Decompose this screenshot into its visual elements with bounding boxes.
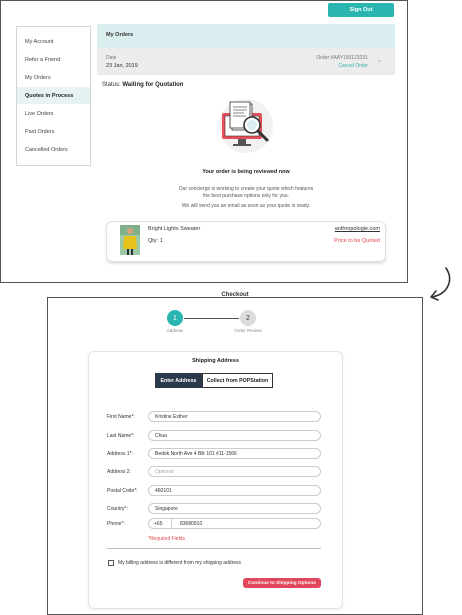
postal-code-label: Postal Code*: (107, 488, 138, 494)
review-message-line-1: Our concierge is working to create your … (178, 186, 314, 192)
phone-country-code[interactable]: +65 (154, 521, 162, 527)
order-status: Status: Waiting for Quotation (102, 82, 183, 88)
address1-label: Address 1*: (107, 451, 133, 457)
last-name-field[interactable]: Chua (148, 430, 321, 441)
step-1-indicator: 1 (167, 310, 183, 326)
country-select[interactable]: Singapore (148, 503, 321, 514)
document-review-icon (217, 95, 275, 157)
required-fields-note: *Required Fields (148, 536, 185, 542)
sign-out-button[interactable]: Sign Out (328, 3, 394, 17)
product-thumbnail (120, 225, 140, 255)
product-name: Bright Lights Sweater (148, 226, 201, 232)
step-2-indicator: 2 (240, 310, 256, 326)
chevron-down-icon[interactable]: ⌄ (376, 55, 383, 64)
address2-field[interactable]: Optional (148, 466, 321, 477)
billing-different-checkbox[interactable] (108, 560, 114, 566)
first-name-label: First Name*: (107, 414, 135, 420)
first-name-field[interactable]: Kristine Esther (148, 411, 321, 422)
sidebar-item-refer-friend[interactable]: Refer a Friend (17, 51, 90, 68)
continue-button[interactable]: Continue to Shipping Options (243, 578, 321, 588)
cancel-order-link[interactable]: Cancel Order (290, 63, 368, 69)
page-title: My Orders (106, 32, 134, 38)
shipping-heading: Shipping Address (192, 358, 239, 364)
step-connector (184, 318, 239, 319)
postal-code-field[interactable]: 460101 (148, 485, 321, 496)
popstation-tab[interactable]: Collect from POPStation (202, 373, 273, 388)
review-heading: Your order is being reviewed now (202, 169, 290, 175)
order-number: Order #AAY190123231 (316, 55, 368, 61)
address1-field[interactable]: Bedok North Ave 4 Blk 101 #11-1566 (148, 448, 321, 459)
sidebar-item-live-orders[interactable]: Live Orders (17, 105, 90, 122)
billing-checkbox-label[interactable]: My billing address is different from my … (118, 560, 241, 566)
step-1-label: Address (166, 328, 184, 333)
review-message-line-2: the best purchase options only for you. (203, 193, 289, 199)
sidebar-item-my-account[interactable]: My Account (17, 33, 90, 50)
last-name-label: Last Name*: (107, 433, 135, 439)
checkout-title: Checkout (221, 292, 249, 298)
phone-number[interactable]: 83680910 (180, 521, 202, 527)
step-2-label: Order Review (234, 328, 262, 333)
review-message-line-3: We will send you an email as soon as you… (181, 203, 311, 209)
phone-label: Phone*: (107, 521, 125, 527)
order-info-bar[interactable] (97, 48, 395, 75)
status-value: Waiting for Quotation (122, 82, 184, 88)
shipping-form-card (88, 351, 343, 609)
phone-separator (171, 518, 172, 529)
product-price: Price to be Quoted (334, 238, 380, 244)
date-value: 23 Jan, 2019 (106, 63, 138, 69)
sidebar-item-my-orders[interactable]: My Orders (17, 69, 90, 86)
orders-header (97, 24, 395, 48)
address2-label: Address 2: (107, 469, 131, 475)
sidebar-item-past-orders[interactable]: Past Orders (17, 123, 90, 140)
phone-field[interactable] (148, 518, 321, 529)
status-prefix: Status: (102, 82, 123, 88)
curved-arrow-icon (424, 266, 454, 307)
date-label: Date (106, 55, 117, 61)
enter-address-tab[interactable]: Enter Address (155, 373, 202, 388)
sidebar-item-quotes-in-process[interactable]: Quotes in Process (17, 87, 90, 104)
product-quantity: Qty: 1 (148, 238, 163, 244)
country-label: Country*: (107, 506, 128, 512)
sidebar-item-cancelled-orders[interactable]: Cancelled Orders (17, 141, 90, 158)
form-divider (107, 548, 321, 549)
store-link[interactable]: anthropologie.com (300, 226, 380, 232)
account-sidebar: My Account Refer a Friend My Orders Quot… (16, 26, 91, 166)
